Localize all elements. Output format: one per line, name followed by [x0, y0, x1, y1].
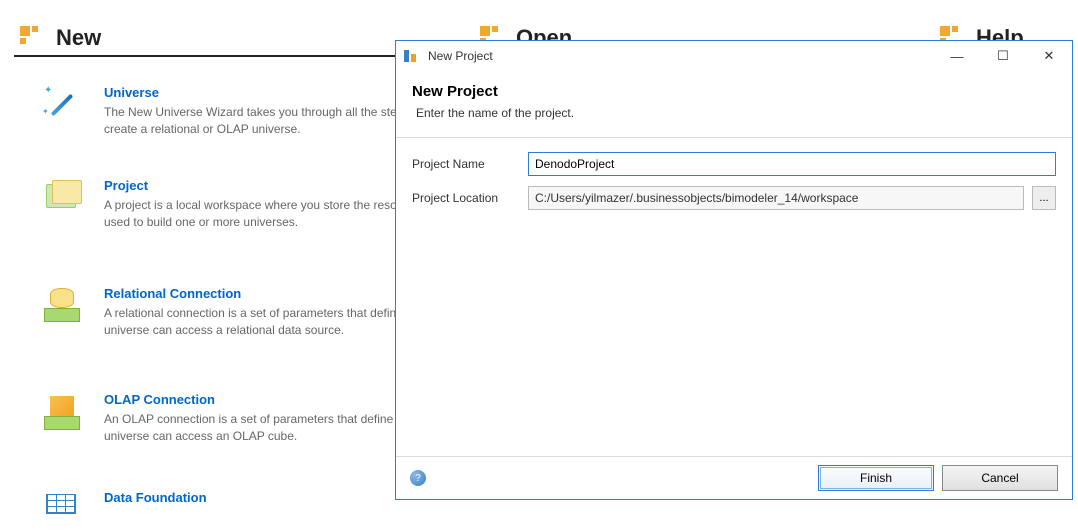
dialog-subheading: Enter the name of the project. — [412, 106, 1056, 120]
new-item-data-foundation[interactable]: Data Foundation — [42, 490, 450, 532]
tab-new-label: New — [56, 25, 101, 51]
new-item-relational-connection[interactable]: Relational Connection A relational conne… — [42, 286, 450, 339]
tab-new[interactable]: New — [20, 18, 101, 58]
wand-icon: ✦ — [42, 85, 84, 127]
dialog-heading: New Project — [412, 83, 1056, 100]
data-foundation-link[interactable]: Data Foundation — [104, 490, 207, 505]
help-icon[interactable]: ? — [410, 470, 426, 486]
universe-link[interactable]: Universe — [104, 85, 159, 100]
new-item-project[interactable]: Project A project is a local workspace w… — [42, 178, 450, 231]
new-project-dialog: New Project — ☐ ✕ New Project Enter the … — [395, 40, 1073, 500]
window-maximize-button[interactable]: ☐ — [980, 41, 1026, 71]
project-location-input[interactable] — [528, 186, 1024, 210]
finish-button[interactable]: Finish — [818, 465, 934, 491]
project-link[interactable]: Project — [104, 178, 148, 193]
dialog-titlebar[interactable]: New Project — ☐ ✕ — [396, 41, 1072, 71]
tiles-icon — [20, 26, 44, 50]
project-location-label: Project Location — [412, 191, 520, 205]
new-item-universe[interactable]: ✦ Universe The New Universe Wizard takes… — [42, 85, 450, 138]
cancel-button[interactable]: Cancel — [942, 465, 1058, 491]
dialog-footer: ? Finish Cancel — [396, 456, 1072, 499]
relational-connection-link[interactable]: Relational Connection — [104, 286, 241, 301]
grid-icon — [42, 490, 84, 532]
project-name-input[interactable] — [528, 152, 1056, 176]
new-item-olap-connection[interactable]: OLAP Connection An OLAP connection is a … — [42, 392, 450, 445]
project-name-label: Project Name — [412, 157, 520, 171]
cube-icon — [42, 392, 84, 434]
dialog-body — [396, 224, 1072, 456]
browse-button[interactable]: ... — [1032, 186, 1056, 210]
app-icon — [404, 48, 420, 64]
database-icon — [42, 286, 84, 328]
dialog-window-title: New Project — [428, 49, 934, 63]
dialog-header: New Project Enter the name of the projec… — [396, 71, 1072, 137]
olap-connection-link[interactable]: OLAP Connection — [104, 392, 215, 407]
window-close-button[interactable]: ✕ — [1026, 41, 1072, 71]
window-minimize-button[interactable]: — — [934, 41, 980, 71]
folder-icon — [42, 178, 84, 220]
dialog-form: Project Name Project Location ... — [396, 138, 1072, 224]
